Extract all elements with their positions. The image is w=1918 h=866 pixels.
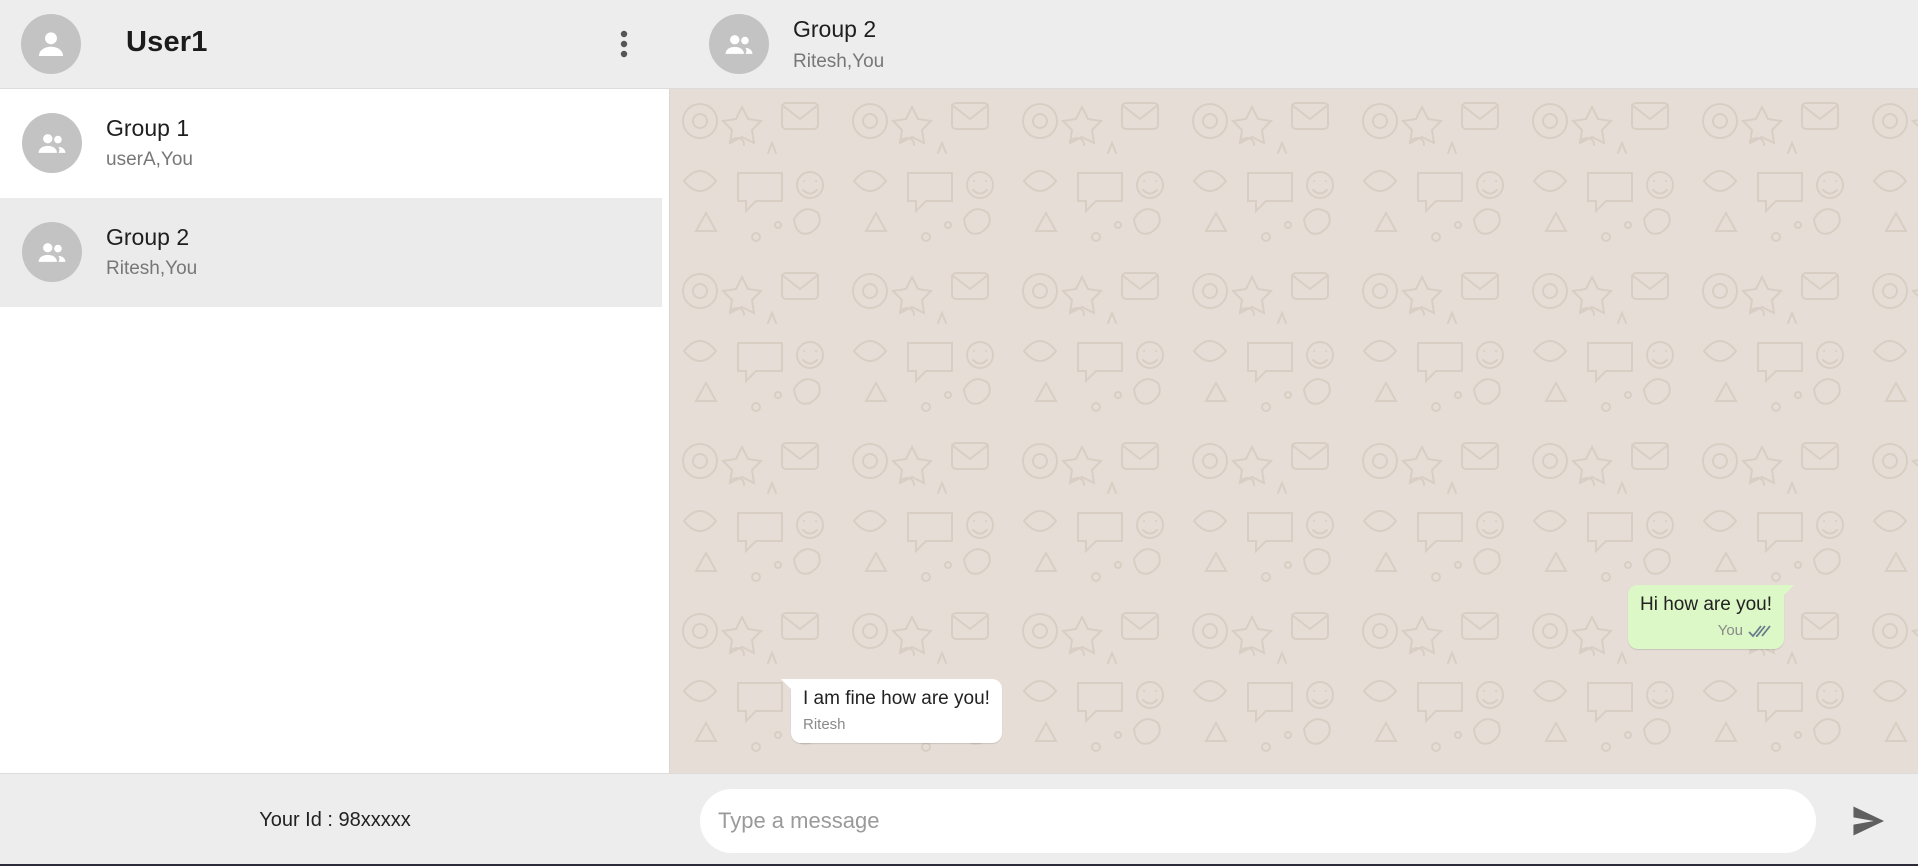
user-name: User1 [126, 26, 208, 58]
group-icon [725, 35, 753, 54]
chat-list-item-group-2[interactable]: Group 2 Ritesh,You [0, 198, 662, 307]
send-icon [1853, 806, 1884, 836]
message-meta: You [1640, 622, 1772, 639]
message-bubble-incoming[interactable]: I am fine how are you! Ritesh [781, 679, 1002, 743]
group-avatar [22, 113, 82, 173]
chat-panel: Group 2 Ritesh,You Hi how are you! You I… [670, 0, 1918, 866]
message-text: Hi how are you! [1640, 594, 1773, 615]
chat-header[interactable]: Group 2 Ritesh,You [670, 0, 1918, 89]
user-avatar[interactable] [21, 14, 81, 74]
message-bubble-outgoing[interactable]: Hi how are you! You [1628, 585, 1795, 649]
message-sender: You [1717, 622, 1744, 639]
person-icon [38, 32, 64, 57]
chat-name: Group 1 [106, 115, 190, 141]
chat-name: Group 2 [106, 224, 190, 250]
group-icon [38, 134, 66, 153]
chat-list-item-group-1[interactable]: Group 1 userA,You [0, 89, 662, 198]
chat-subtitle: Ritesh,You [793, 51, 885, 72]
double-check-icon [1748, 624, 1771, 637]
sidebar-footer: Your Id : 98xxxxx [0, 773, 670, 866]
chat-header-avatar [709, 14, 769, 74]
sidebar-header: User1 [0, 0, 670, 89]
more-vertical-icon [620, 30, 628, 58]
chat-title: Group 2 [793, 16, 877, 42]
group-icon [38, 243, 66, 262]
doodle-wallpaper [670, 89, 1918, 773]
group-avatar [22, 222, 82, 282]
send-button[interactable] [1848, 803, 1888, 839]
message-text: I am fine how are you! [803, 688, 990, 709]
message-composer [670, 773, 1918, 866]
message-sender: Ritesh [803, 716, 846, 733]
user-id-label: Your Id : 98xxxxx [259, 808, 411, 831]
chat-members: Ritesh,You [106, 258, 198, 279]
message-meta: Ritesh [803, 716, 990, 733]
chat-list: Group 1 userA,You Group 2 Ritesh,You [0, 89, 670, 307]
message-input[interactable] [700, 789, 1816, 853]
message-area[interactable]: Hi how are you! You I am fine how are yo… [670, 89, 1918, 773]
sidebar: User1 Group 1 userA,You Group 2 Ritesh,Y… [0, 0, 670, 866]
chat-members: userA,You [106, 149, 193, 170]
more-options-button[interactable] [608, 26, 640, 62]
